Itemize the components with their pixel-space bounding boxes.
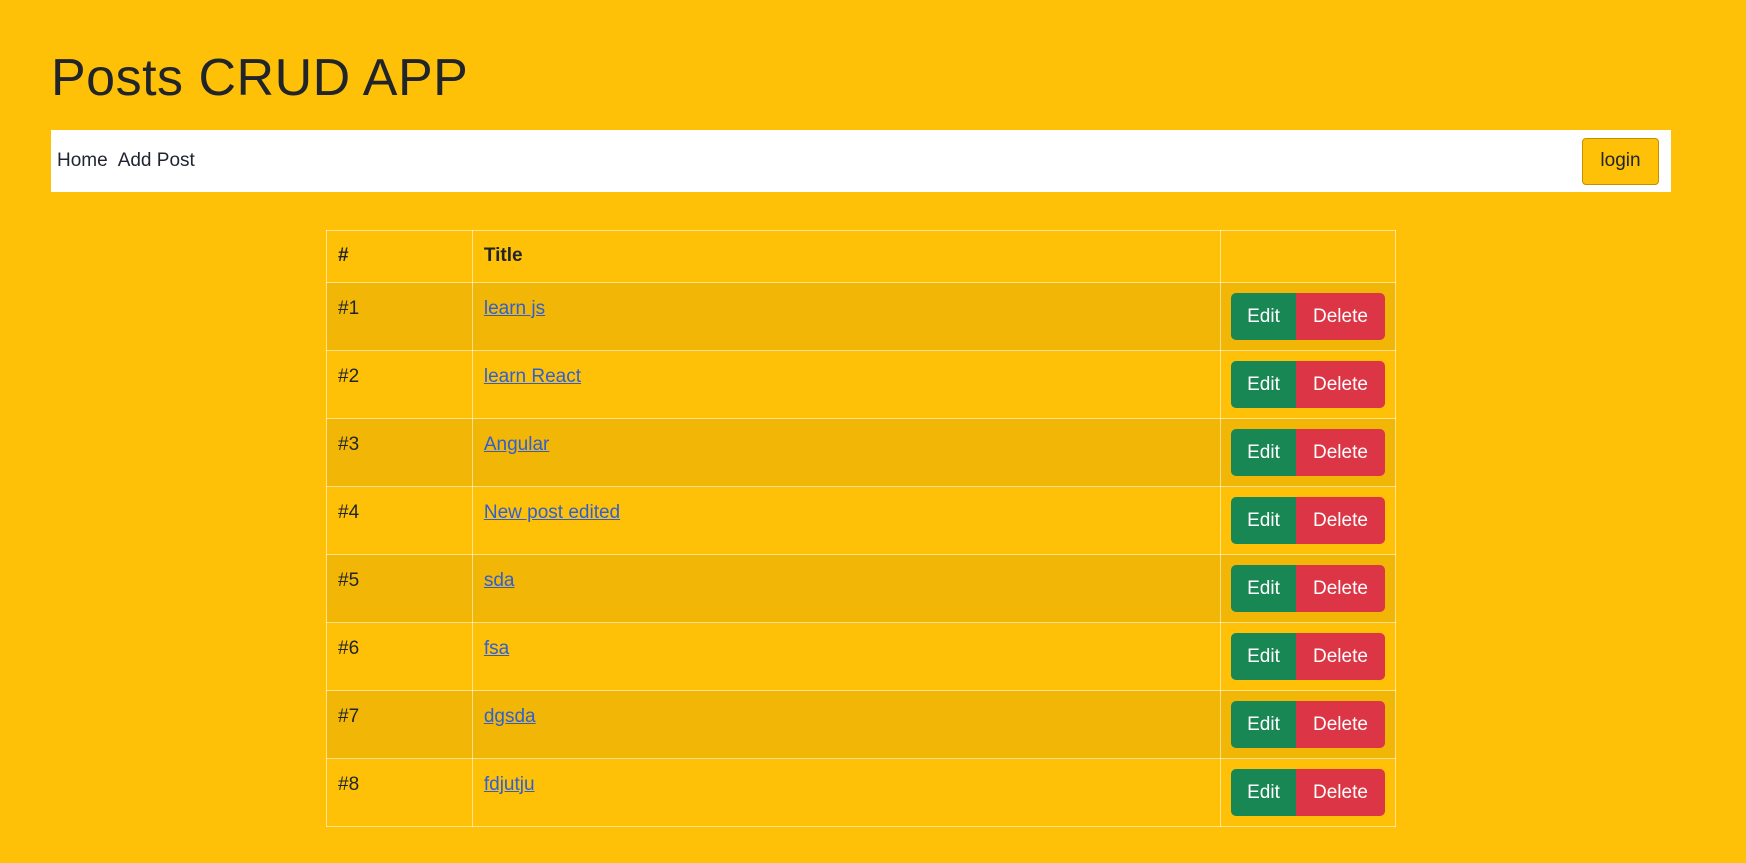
table-row: #3 Angular Edit Delete <box>326 418 1397 487</box>
post-actions: Edit Delete <box>1230 565 1385 612</box>
post-actions: Edit Delete <box>1230 361 1385 408</box>
table-row: #1 learn js Edit Delete <box>326 282 1397 351</box>
nav-link-add-post[interactable]: Add Post <box>118 150 195 172</box>
delete-button[interactable]: Delete <box>1295 565 1385 612</box>
post-number: #5 <box>326 554 473 623</box>
page-title: Posts CRUD APP <box>51 49 469 107</box>
edit-button[interactable]: Edit <box>1230 769 1296 816</box>
delete-button[interactable]: Delete <box>1295 429 1385 476</box>
delete-button[interactable]: Delete <box>1295 361 1385 408</box>
post-number: #1 <box>326 282 473 351</box>
table-row: #7 dgsda Edit Delete <box>326 690 1397 759</box>
post-number: #7 <box>326 690 473 759</box>
post-title-link[interactable]: sda <box>484 570 515 591</box>
edit-button[interactable]: Edit <box>1230 497 1296 544</box>
edit-button[interactable]: Edit <box>1230 701 1296 748</box>
post-number: #4 <box>326 486 473 555</box>
table-row: #5 sda Edit Delete <box>326 554 1397 623</box>
delete-button[interactable]: Delete <box>1295 633 1385 680</box>
edit-button[interactable]: Edit <box>1230 565 1296 612</box>
post-actions: Edit Delete <box>1230 769 1385 816</box>
delete-button[interactable]: Delete <box>1295 769 1385 816</box>
edit-button[interactable]: Edit <box>1230 361 1296 408</box>
delete-button[interactable]: Delete <box>1295 293 1385 340</box>
edit-button[interactable]: Edit <box>1230 293 1296 340</box>
column-header-number: # <box>326 230 473 283</box>
post-number: #2 <box>326 350 473 419</box>
post-title-link[interactable]: Angular <box>484 434 550 455</box>
table-row: #8 fdjutju Edit Delete <box>326 758 1397 827</box>
delete-button[interactable]: Delete <box>1295 701 1385 748</box>
post-title-link[interactable]: learn React <box>484 366 581 387</box>
post-actions: Edit Delete <box>1230 293 1385 340</box>
posts-table: # Title #1 learn js Edit Delete #2 learn … <box>326 230 1397 827</box>
post-number: #3 <box>326 418 473 487</box>
table-row: #4 New post edited Edit Delete <box>326 486 1397 555</box>
table-row: #6 fsa Edit Delete <box>326 622 1397 691</box>
edit-button[interactable]: Edit <box>1230 633 1296 680</box>
post-title-link[interactable]: learn js <box>484 298 545 319</box>
post-number: #6 <box>326 622 473 691</box>
post-actions: Edit Delete <box>1230 497 1385 544</box>
column-header-title: Title <box>471 230 1221 283</box>
edit-button[interactable]: Edit <box>1230 429 1296 476</box>
nav-link-home[interactable]: Home <box>57 150 108 172</box>
column-header-actions <box>1219 230 1397 283</box>
post-title-link[interactable]: New post edited <box>484 502 620 523</box>
post-actions: Edit Delete <box>1230 633 1385 680</box>
post-actions: Edit Delete <box>1230 429 1385 476</box>
post-title-link[interactable]: fsa <box>484 638 509 659</box>
table-row: #2 learn React Edit Delete <box>326 350 1397 419</box>
post-number: #8 <box>326 758 473 827</box>
post-title-link[interactable]: dgsda <box>484 706 536 727</box>
post-actions: Edit Delete <box>1230 701 1385 748</box>
navbar: Home Add Post login <box>51 130 1671 192</box>
nav-links: Home Add Post <box>57 150 195 172</box>
login-button[interactable]: login <box>1582 137 1659 185</box>
post-title-link[interactable]: fdjutju <box>484 774 535 795</box>
delete-button[interactable]: Delete <box>1295 497 1385 544</box>
table-header-row: # Title <box>326 230 1397 283</box>
